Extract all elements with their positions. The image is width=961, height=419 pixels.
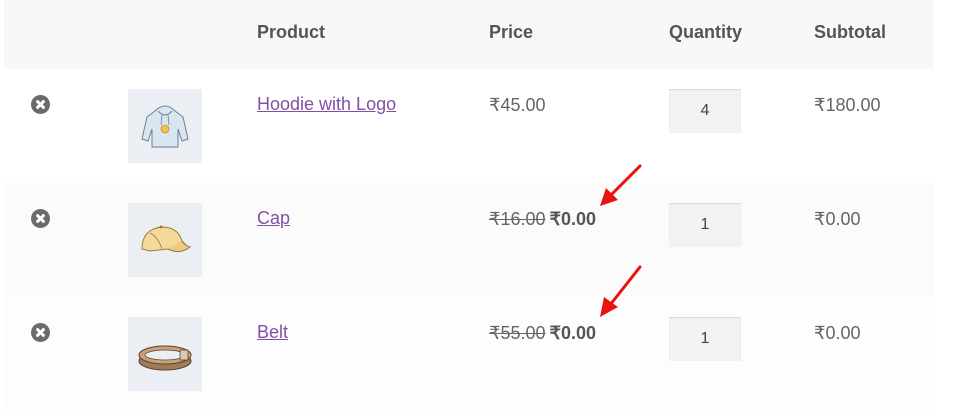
price: ₹55.00 ₹0.00 bbox=[489, 323, 596, 344]
quantity-input[interactable] bbox=[669, 203, 741, 247]
annotation-arrow-icon bbox=[600, 265, 642, 317]
remove-item-icon[interactable] bbox=[31, 95, 50, 114]
product-link[interactable]: Belt bbox=[257, 322, 288, 343]
subtotal: ₹180.00 bbox=[814, 95, 881, 115]
subtotal: ₹0.00 bbox=[814, 323, 861, 343]
sale-price: ₹0.00 bbox=[549, 323, 597, 343]
header-product: Product bbox=[257, 22, 326, 42]
table-row: Hoodie with Logo ₹45.00 ₹180.00 bbox=[4, 69, 934, 183]
regular-price: ₹16.00 bbox=[489, 209, 546, 229]
sale-price: ₹0.00 bbox=[549, 209, 597, 229]
cart-table: Product Price Quantity Subtotal Hoodie w… bbox=[4, 0, 934, 411]
subtotal: ₹0.00 bbox=[814, 209, 861, 229]
belt-icon[interactable] bbox=[128, 317, 202, 391]
remove-item-icon[interactable] bbox=[31, 323, 50, 342]
quantity-input[interactable] bbox=[669, 89, 741, 133]
hoodie-icon[interactable] bbox=[128, 89, 202, 163]
product-link[interactable]: Cap bbox=[257, 208, 290, 229]
table-row: Belt ₹55.00₹0.00 ₹0.00 bbox=[4, 297, 934, 411]
regular-price: ₹55.00 bbox=[489, 323, 546, 343]
cap-icon[interactable] bbox=[128, 203, 202, 277]
product-link[interactable]: Hoodie with Logo bbox=[257, 94, 396, 115]
header-quantity: Quantity bbox=[669, 22, 743, 42]
annotation-arrow-icon bbox=[600, 164, 642, 206]
table-row: Cap ₹16.00₹0.00 ₹0.00 bbox=[4, 183, 934, 297]
quantity-input[interactable] bbox=[669, 317, 741, 361]
price: ₹45.00 bbox=[489, 95, 546, 115]
header-subtotal: Subtotal bbox=[814, 22, 886, 42]
table-header: Product Price Quantity Subtotal bbox=[4, 0, 934, 69]
remove-item-icon[interactable] bbox=[31, 209, 50, 228]
price: ₹16.00 ₹0.00 bbox=[489, 209, 596, 230]
header-price: Price bbox=[489, 22, 534, 42]
